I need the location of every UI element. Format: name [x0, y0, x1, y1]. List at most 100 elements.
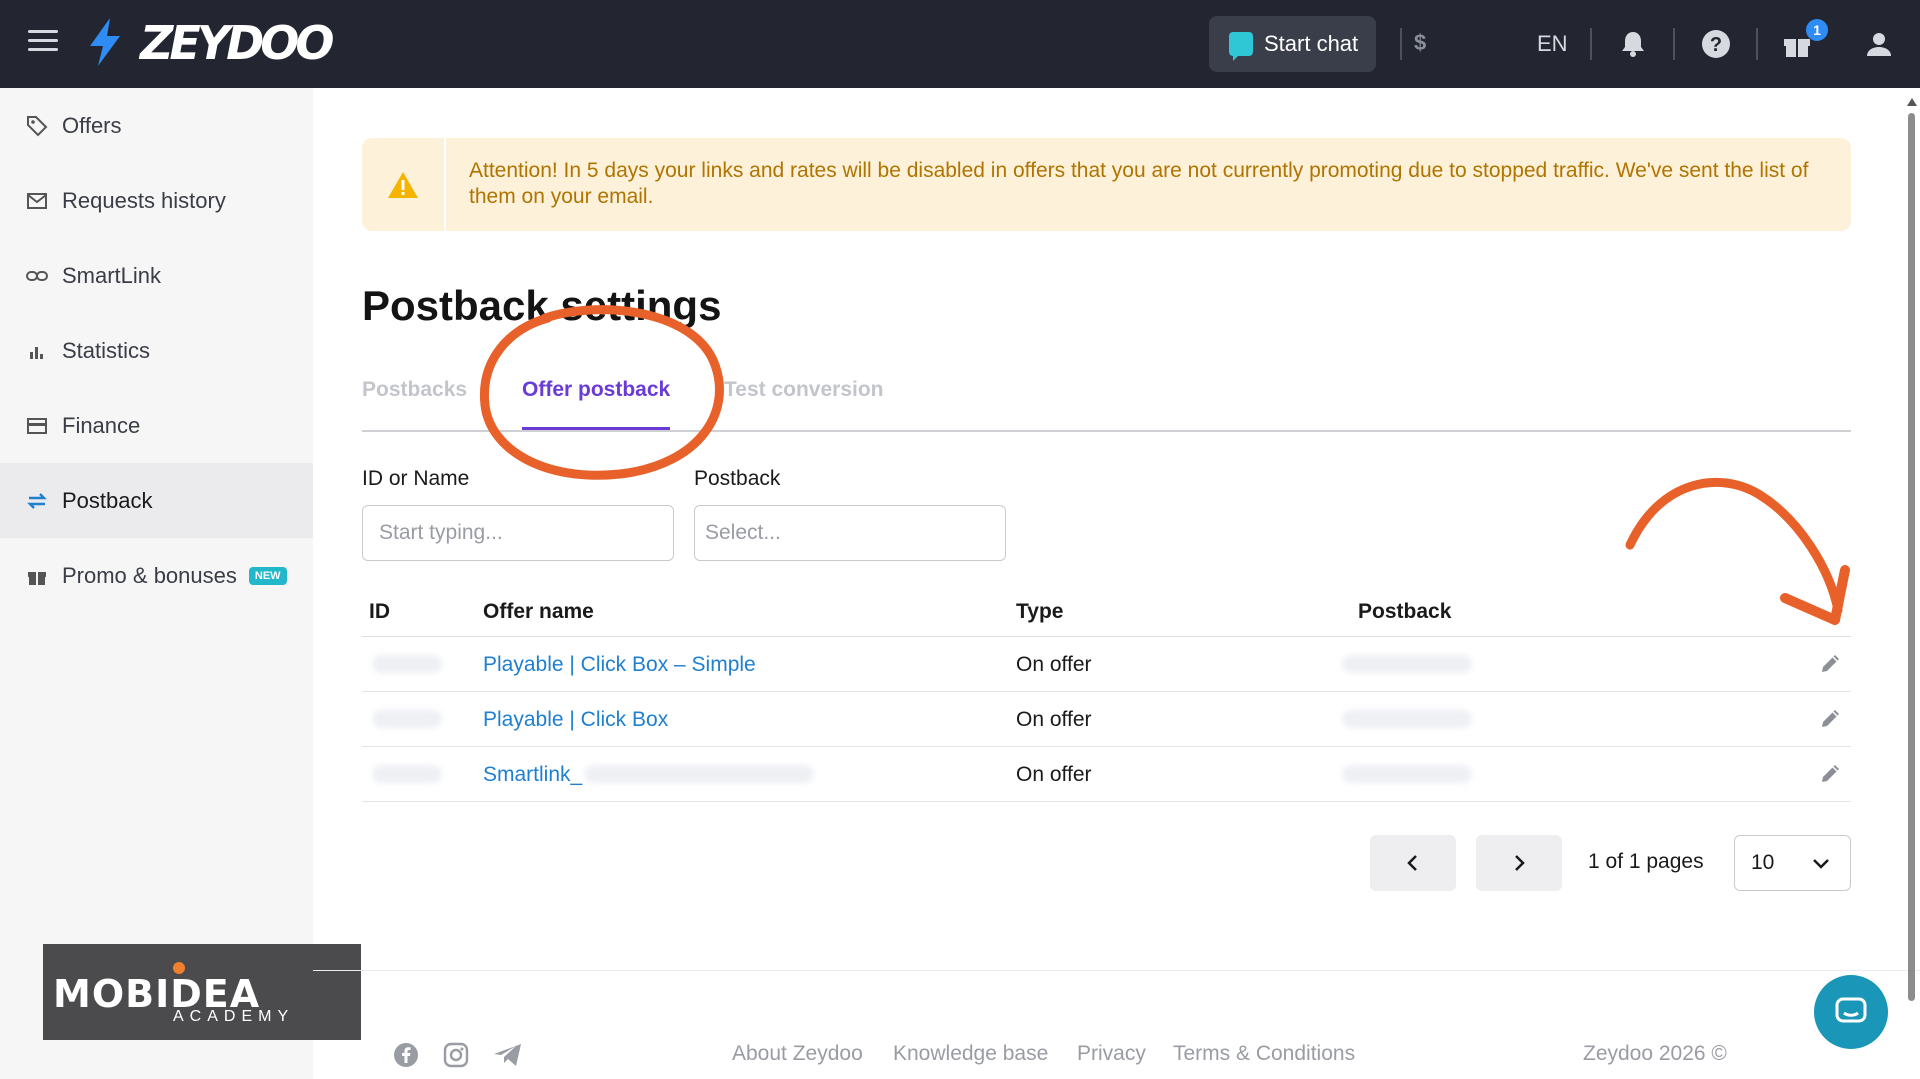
next-page-button[interactable]	[1476, 835, 1562, 891]
footer-divider	[313, 970, 1920, 971]
chevron-left-icon	[1407, 855, 1417, 871]
offer-name-link[interactable]: Smartlink_	[483, 763, 582, 787]
sidebar-item-finance[interactable]: Finance	[0, 388, 313, 463]
redacted-postback	[1342, 710, 1472, 728]
sidebar-item-promo-bonuses[interactable]: Promo & bonuses NEW	[0, 538, 313, 613]
footer-link-about[interactable]: About Zeydoo	[732, 1042, 863, 1066]
new-badge: NEW	[248, 566, 287, 585]
sidebar: Offers Requests history SmartLink Statis…	[0, 88, 313, 1079]
sidebar-item-label: Finance	[62, 412, 141, 438]
table-row: Smartlink_ On offer	[362, 747, 1851, 802]
redacted-id	[372, 710, 442, 728]
link-icon	[26, 265, 48, 287]
chat-bubble-icon	[1229, 32, 1253, 61]
bar-chart-icon	[26, 340, 48, 362]
prev-page-button[interactable]	[1370, 835, 1456, 891]
start-chat-button[interactable]: Start chat	[1209, 16, 1376, 72]
edit-pencil-icon[interactable]	[1819, 651, 1843, 675]
watermark-sub: ACADEMY	[173, 1008, 295, 1025]
sidebar-item-requests-history[interactable]: Requests history	[0, 163, 313, 238]
gift-icon	[26, 565, 48, 587]
sidebar-item-statistics[interactable]: Statistics	[0, 313, 313, 388]
id-name-input[interactable]	[362, 505, 674, 561]
offer-postback-table: ID Offer name Type Postback Playable | C…	[362, 585, 1851, 802]
balance[interactable]: $	[1414, 30, 1426, 56]
help-icon[interactable]: ?	[1700, 28, 1732, 60]
column-header-type: Type	[1016, 600, 1064, 623]
chevron-down-icon	[1813, 859, 1829, 869]
edit-pencil-icon[interactable]	[1819, 706, 1843, 730]
copyright: Zeydoo 2026 ©	[1583, 1042, 1727, 1065]
divider	[1400, 28, 1402, 60]
chat-icon	[1835, 997, 1867, 1023]
sidebar-item-label: Requests history	[62, 187, 226, 213]
postback-filter-label: Postback	[694, 467, 781, 490]
table-row: Playable | Click Box On offer	[362, 692, 1851, 747]
table-header: ID Offer name Type Postback	[362, 585, 1851, 637]
telegram-icon[interactable]	[493, 1042, 523, 1068]
edit-pencil-icon[interactable]	[1819, 761, 1843, 785]
offer-type: On offer	[1016, 653, 1092, 676]
attention-alert: Attention! In 5 days your links and rate…	[362, 138, 1851, 231]
tab-postbacks[interactable]: Postbacks	[362, 378, 467, 402]
tag-icon	[26, 115, 48, 137]
facebook-icon[interactable]	[393, 1042, 419, 1068]
top-bar: ZEYDOO Start chat $ EN ? 1	[0, 0, 1920, 88]
warning-icon	[388, 171, 418, 198]
redacted-postback	[1342, 655, 1472, 673]
card-icon	[26, 415, 48, 437]
svg-text:?: ?	[1710, 34, 1722, 56]
redacted-postback	[1342, 765, 1472, 783]
sidebar-item-label: Postback	[62, 487, 153, 513]
sidebar-item-offers[interactable]: Offers	[0, 88, 313, 163]
divider	[1590, 28, 1592, 60]
column-header-id: ID	[369, 600, 390, 623]
tab-offer-postback[interactable]: Offer postback	[522, 378, 670, 402]
divider	[1756, 28, 1758, 60]
offer-name-link[interactable]: Playable | Click Box – Simple	[483, 653, 756, 677]
sidebar-item-label: Offers	[62, 112, 122, 138]
footer-link-knowledge-base[interactable]: Knowledge base	[893, 1042, 1048, 1066]
page-indicator: 1 of 1 pages	[1588, 850, 1704, 873]
offer-type: On offer	[1016, 708, 1092, 731]
offer-type: On offer	[1016, 763, 1092, 786]
column-header-offer-name: Offer name	[483, 600, 594, 623]
brand-logo[interactable]: ZEYDOO	[140, 16, 334, 70]
sidebar-item-smartlink[interactable]: SmartLink	[0, 238, 313, 313]
sidebar-item-label: SmartLink	[62, 262, 162, 288]
sidebar-item-label: Promo & bonuses	[62, 562, 237, 588]
page-size-value: 10	[1751, 851, 1775, 874]
gift-count-badge: 1	[1806, 19, 1828, 41]
bell-icon[interactable]	[1617, 28, 1649, 60]
table-row: Playable | Click Box – Simple On offer	[362, 637, 1851, 692]
sidebar-item-postback[interactable]: Postback	[0, 463, 313, 538]
start-chat-label: Start chat	[1264, 31, 1359, 56]
language-selector[interactable]: EN	[1537, 31, 1568, 57]
alert-icon-wrap	[362, 138, 446, 231]
user-icon[interactable]	[1863, 28, 1895, 60]
active-tab-indicator	[522, 427, 670, 430]
instagram-icon[interactable]	[443, 1042, 469, 1068]
page-scrollbar[interactable]	[1904, 95, 1920, 1079]
mail-icon	[26, 190, 48, 212]
redacted-id	[372, 765, 442, 783]
redacted-id	[372, 655, 442, 673]
footer-link-terms[interactable]: Terms & Conditions	[1173, 1042, 1355, 1066]
bolt-logo-icon	[90, 18, 120, 66]
column-header-postback: Postback	[1358, 600, 1452, 623]
divider	[1673, 28, 1675, 60]
page-size-select[interactable]: 10	[1734, 835, 1851, 891]
scroll-thumb[interactable]	[1908, 113, 1915, 1001]
postback-select[interactable]: Select...	[694, 505, 1006, 561]
sidebar-item-label: Statistics	[62, 337, 151, 363]
offer-name-link[interactable]: Playable | Click Box	[483, 708, 668, 732]
id-name-label: ID or Name	[362, 467, 470, 490]
tabs: Postbacks Offer postback Test conversion	[362, 370, 1851, 432]
chevron-right-icon	[1515, 855, 1525, 871]
support-chat-button[interactable]	[1814, 975, 1888, 1049]
footer-link-privacy[interactable]: Privacy	[1077, 1042, 1146, 1066]
tab-test-conversion[interactable]: Test conversion	[724, 378, 884, 402]
mobidea-academy-watermark: MOBIDEA ACADEMY	[43, 944, 361, 1040]
page-title: Postback settings	[362, 282, 722, 329]
menu-icon[interactable]	[28, 30, 58, 54]
